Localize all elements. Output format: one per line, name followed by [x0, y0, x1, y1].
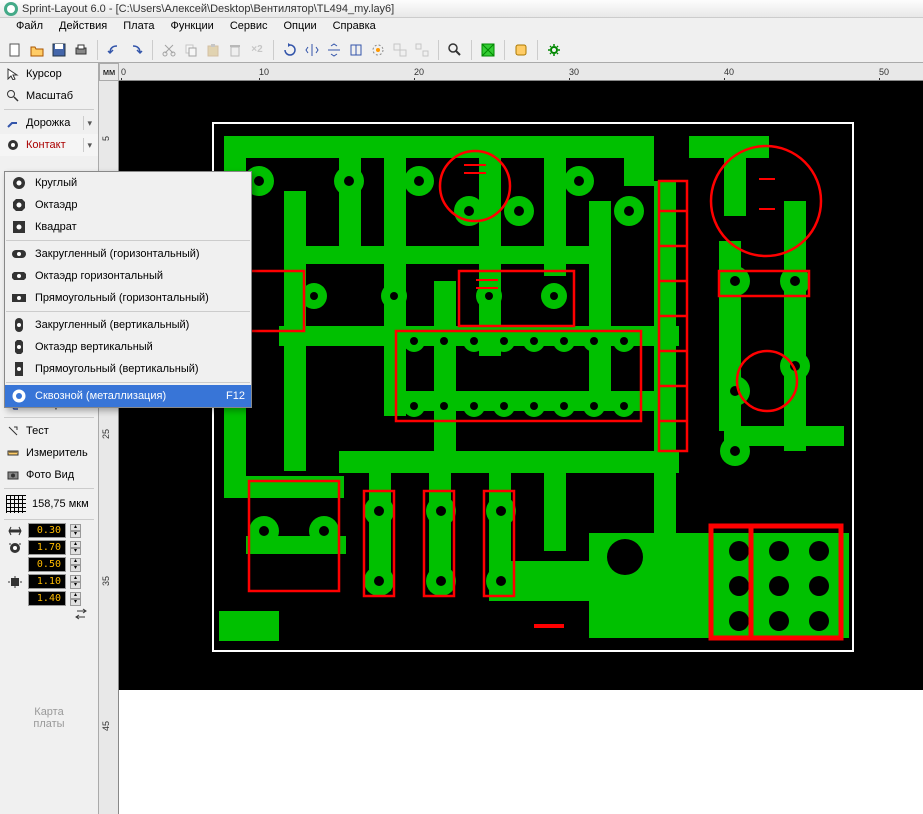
menu-help[interactable]: Справка — [325, 18, 384, 37]
param-track-width: 0.30 ▴▾ — [0, 522, 98, 539]
spinner[interactable]: ▴▾ — [70, 575, 81, 589]
param-smd-h: 1.40 ▴▾ — [0, 590, 98, 607]
save-icon[interactable] — [50, 41, 68, 59]
measure-icon — [6, 446, 20, 460]
pad-outer-icon — [6, 541, 24, 555]
pad-octagon-icon — [11, 198, 27, 212]
param-pad-outer: 1.70 ▴▾ — [0, 539, 98, 556]
snap-icon[interactable] — [369, 41, 387, 59]
pad-through-icon — [11, 389, 27, 403]
pad-octagon-h-icon — [11, 269, 27, 283]
param-pad-inner: 0.50 ▴▾ — [0, 556, 98, 573]
paste-icon[interactable] — [204, 41, 222, 59]
titlebar-text: Sprint-Layout 6.0 - [C:\Users\Алексей\De… — [22, 3, 394, 15]
menu-options[interactable]: Опции — [276, 18, 325, 37]
track-icon — [6, 116, 20, 130]
menu-board[interactable]: Плата — [115, 18, 162, 37]
pad-icon — [6, 138, 20, 152]
empty-icon — [6, 558, 24, 572]
tool-measure[interactable]: Измеритель — [0, 442, 98, 464]
test-icon — [6, 424, 20, 438]
mirror-h-icon[interactable] — [303, 41, 321, 59]
settings-icon[interactable] — [545, 41, 563, 59]
app-icon — [4, 2, 18, 16]
rotate-icon[interactable] — [281, 41, 299, 59]
undo-icon[interactable] — [105, 41, 123, 59]
pad-square[interactable]: Квадрат — [5, 216, 251, 238]
pad-octagon-v-icon — [11, 340, 27, 354]
zoom-tool-icon — [6, 89, 20, 103]
delete-icon[interactable] — [226, 41, 244, 59]
duplicate-icon[interactable]: ×2 — [248, 41, 266, 59]
mirror-v-icon[interactable] — [325, 41, 343, 59]
pad-through[interactable]: Сквозной (металлизация) F12 — [5, 385, 251, 407]
zoom-icon[interactable] — [446, 41, 464, 59]
pad-octagon-h[interactable]: Октаэдр горизонтальный — [5, 265, 251, 287]
menu-service[interactable]: Сервис — [222, 18, 276, 37]
spinner[interactable]: ▴▾ — [70, 558, 81, 572]
spinner[interactable]: ▴▾ — [70, 541, 81, 555]
pad-shape-menu: Круглый Октаэдр Квадрат Закругленный (го… — [4, 171, 252, 408]
pad-round-icon — [11, 176, 27, 190]
param-field[interactable]: 0.30 — [28, 523, 66, 538]
pad-octagon-v[interactable]: Октаэдр вертикальный — [5, 336, 251, 358]
pad-rounded-h-icon — [11, 247, 27, 261]
tool-pad[interactable]: Контакт ▾ — [0, 134, 98, 156]
pad-rounded-v[interactable]: Закругленный (вертикальный) — [5, 314, 251, 336]
pad-rect-v-icon — [11, 362, 27, 376]
new-icon[interactable] — [6, 41, 24, 59]
transparent-icon[interactable] — [479, 41, 497, 59]
param-swap[interactable] — [0, 607, 98, 621]
ruler-horizontal: 0 10 20 30 40 50 — [119, 63, 923, 81]
param-smd-w: 1.10 ▴▾ — [0, 573, 98, 590]
tool-photo[interactable]: Фото Вид — [0, 464, 98, 486]
chevron-down-icon[interactable]: ▾ — [83, 138, 92, 152]
pad-round[interactable]: Круглый — [5, 172, 251, 194]
board-map: Карта платы — [0, 656, 98, 780]
layer-icon[interactable] — [512, 41, 530, 59]
photo-icon — [6, 468, 20, 482]
grid-value: 158,75 мкм — [32, 498, 89, 510]
ruler-unit: мм — [99, 63, 119, 81]
pad-rounded-v-icon — [11, 318, 27, 332]
open-icon[interactable] — [28, 41, 46, 59]
grid-display[interactable]: 158,75 мкм — [0, 491, 98, 517]
cut-icon[interactable] — [160, 41, 178, 59]
pad-rounded-h[interactable]: Закругленный (горизонтальный) — [5, 243, 251, 265]
pad-rect-h-icon — [11, 291, 27, 305]
pad-octagon[interactable]: Октаэдр — [5, 194, 251, 216]
redo-icon[interactable] — [127, 41, 145, 59]
copy-icon[interactable] — [182, 41, 200, 59]
spinner[interactable]: ▴▾ — [70, 592, 81, 606]
tool-zoom[interactable]: Масштаб — [0, 85, 98, 107]
titlebar: Sprint-Layout 6.0 - [C:\Users\Алексей\De… — [0, 0, 923, 18]
menu-file[interactable]: Файл — [8, 18, 51, 37]
param-field[interactable]: 0.50 — [28, 557, 66, 572]
param-field[interactable]: 1.70 — [28, 540, 66, 555]
param-field[interactable]: 1.40 — [28, 591, 66, 606]
spinner[interactable]: ▴▾ — [70, 524, 81, 538]
param-field[interactable]: 1.10 — [28, 574, 66, 589]
pad-rect-h[interactable]: Прямоугольный (горизонтальный) — [5, 287, 251, 309]
ungroup-icon[interactable] — [413, 41, 431, 59]
tool-track[interactable]: Дорожка ▾ — [0, 112, 98, 134]
tool-test[interactable]: Тест — [0, 420, 98, 442]
cursor-icon — [6, 67, 20, 81]
pad-rect-v[interactable]: Прямоугольный (вертикальный) — [5, 358, 251, 380]
toolbar: ×2 — [0, 37, 923, 63]
print-icon[interactable] — [72, 41, 90, 59]
smd-icon — [6, 575, 24, 589]
grid-icon — [6, 495, 26, 513]
menubar: Файл Действия Плата Функции Сервис Опции… — [0, 18, 923, 37]
track-width-icon — [6, 524, 24, 538]
pad-square-icon — [11, 220, 27, 234]
menu-actions[interactable]: Действия — [51, 18, 115, 37]
align-icon[interactable] — [347, 41, 365, 59]
tool-cursor[interactable]: Курсор — [0, 63, 98, 85]
group-icon[interactable] — [391, 41, 409, 59]
menu-functions[interactable]: Функции — [162, 18, 221, 37]
chevron-down-icon[interactable]: ▾ — [83, 116, 92, 130]
empty-icon — [6, 592, 24, 606]
